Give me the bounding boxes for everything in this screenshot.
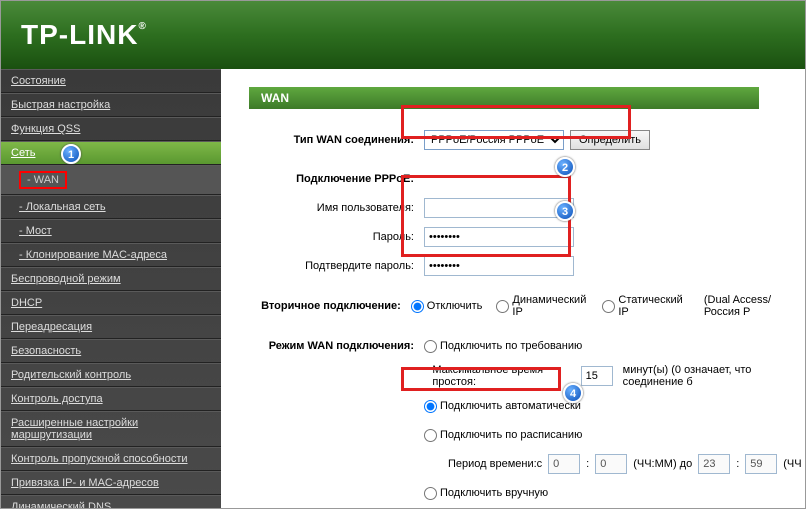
wan-type-select[interactable]: PPPoE/Россия PPPoE xyxy=(424,130,564,150)
sidebar-item-security[interactable]: Безопасность xyxy=(1,339,221,363)
sidebar-item-lan[interactable]: - Локальная сеть xyxy=(1,195,221,219)
sidebar-item-ddns[interactable]: Динамический DNS xyxy=(1,495,221,509)
logo: TP-LINK® xyxy=(21,19,147,51)
sidebar-item-wan[interactable]: - WAN xyxy=(1,165,221,195)
idle-hint: минут(ы) (0 означает, что соединение б xyxy=(623,364,805,388)
period-label: Период времени:с xyxy=(448,458,542,470)
sidebar-item-qss[interactable]: Функция QSS xyxy=(1,117,221,141)
main-content: WAN Тип WAN соединения: PPPoE/Россия PPP… xyxy=(221,69,805,508)
idle-label: Максимальное время простоя: xyxy=(432,364,574,388)
period-h1-input[interactable] xyxy=(548,454,580,474)
sidebar-item-access[interactable]: Контроль доступа xyxy=(1,387,221,411)
sec-static-label: Статический IP xyxy=(618,294,685,318)
wan-type-label: Тип WAN соединения: xyxy=(249,134,424,146)
period-fmt: (ЧЧ:ММ) до xyxy=(633,458,692,470)
mode-schedule-radio[interactable] xyxy=(424,429,437,442)
mode-ondemand-label: Подключить по требованию xyxy=(440,340,582,352)
sidebar-item-forwarding[interactable]: Переадресация xyxy=(1,315,221,339)
confirm-input[interactable] xyxy=(424,256,574,276)
header: TP-LINK® xyxy=(1,1,805,69)
app-window: TP-LINK® Состояние Быстрая настройка Фун… xyxy=(0,0,806,509)
password-label: Пароль: xyxy=(249,231,424,243)
sidebar-item-parental[interactable]: Родительский контроль xyxy=(1,363,221,387)
sec-note: (Dual Access/Россия P xyxy=(704,294,805,318)
mode-auto-label: Подключить автоматически xyxy=(440,400,581,412)
sidebar-item-network[interactable]: Сеть xyxy=(1,141,221,165)
sec-disable-radio[interactable] xyxy=(411,300,424,313)
mode-ondemand-radio[interactable] xyxy=(424,340,437,353)
form: Тип WAN соединения: PPPoE/Россия PPPoE О… xyxy=(249,109,805,508)
sidebar-item-dhcp[interactable]: DHCP xyxy=(1,291,221,315)
period-m1-input[interactable] xyxy=(595,454,627,474)
section-title: WAN xyxy=(249,87,759,109)
idle-input[interactable] xyxy=(581,366,613,386)
sidebar-item-status[interactable]: Состояние xyxy=(1,69,221,93)
mode-schedule-label: Подключить по расписанию xyxy=(440,429,582,441)
sidebar-item-wireless[interactable]: Беспроводной режим xyxy=(1,267,221,291)
sidebar-item-quicksetup[interactable]: Быстрая настройка xyxy=(1,93,221,117)
period-fmt2: (ЧЧ xyxy=(783,458,801,470)
body: Состояние Быстрая настройка Функция QSS … xyxy=(1,69,805,508)
sidebar-item-ipmac[interactable]: Привязка IP- и MAC-адресов xyxy=(1,471,221,495)
wanmode-label: Режим WAN подключения: xyxy=(249,340,424,352)
password-input[interactable] xyxy=(424,227,574,247)
username-input[interactable] xyxy=(424,198,574,218)
period-h2-input[interactable] xyxy=(698,454,730,474)
sidebar-item-bridge[interactable]: - Мост xyxy=(1,219,221,243)
sec-static-radio[interactable] xyxy=(602,300,615,313)
sidebar-item-routing[interactable]: Расширенные настройки маршрутизации xyxy=(1,411,221,447)
mode-auto-radio[interactable] xyxy=(424,400,437,413)
sec-dynip-radio[interactable] xyxy=(496,300,509,313)
period-m2-input[interactable] xyxy=(745,454,777,474)
username-label: Имя пользователя: xyxy=(249,202,424,214)
pppoe-label: Подключение PPPoE: xyxy=(249,173,424,185)
sidebar-item-macclone[interactable]: - Клонирование MAC-адреса xyxy=(1,243,221,267)
secondary-label: Вторичное подключение: xyxy=(249,300,411,312)
sidebar: Состояние Быстрая настройка Функция QSS … xyxy=(1,69,221,508)
sec-disable-label: Отключить xyxy=(427,300,483,312)
mode-manual-label: Подключить вручную xyxy=(440,487,548,499)
sec-dynip-label: Динамический IP xyxy=(512,294,588,318)
mode-manual-radio[interactable] xyxy=(424,487,437,500)
sidebar-item-bandwidth[interactable]: Контроль пропускной способности xyxy=(1,447,221,471)
confirm-label: Подтвердите пароль: xyxy=(249,260,424,272)
detect-button[interactable]: Определить xyxy=(570,130,650,150)
